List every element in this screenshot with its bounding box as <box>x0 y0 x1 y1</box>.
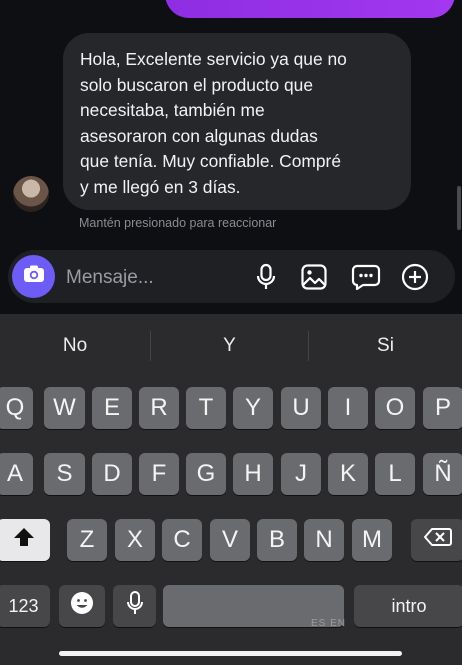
key-i[interactable]: I <box>328 387 368 429</box>
key-l[interactable]: L <box>375 453 415 495</box>
key-m[interactable]: M <box>352 519 392 561</box>
suggestion-1[interactable]: No <box>0 314 150 377</box>
key-enye[interactable]: Ñ <box>423 453 462 495</box>
microphone-icon[interactable] <box>251 262 281 292</box>
emoji-icon <box>70 591 94 622</box>
shift-icon <box>13 526 35 554</box>
numbers-key[interactable]: 123 <box>0 585 50 627</box>
gallery-icon[interactable] <box>299 262 329 292</box>
message-composer <box>8 250 455 305</box>
key-s[interactable]: S <box>44 453 85 495</box>
key-h[interactable]: H <box>233 453 273 495</box>
camera-icon <box>22 264 46 289</box>
react-hint: Mantén presionado para reaccionar <box>79 216 277 230</box>
key-r[interactable]: R <box>139 387 179 429</box>
key-u[interactable]: U <box>281 387 321 429</box>
key-x[interactable]: X <box>115 519 155 561</box>
home-indicator <box>59 651 402 656</box>
received-message-bubble[interactable]: Hola, Excelente servicio ya que no solo … <box>63 33 411 210</box>
suggestion-2[interactable]: Y <box>151 314 308 377</box>
key-q[interactable]: Q <box>0 387 33 429</box>
scroll-indicator <box>457 186 461 230</box>
key-w[interactable]: W <box>44 387 85 429</box>
key-n[interactable]: N <box>304 519 344 561</box>
key-t[interactable]: T <box>186 387 226 429</box>
key-c[interactable]: C <box>162 519 202 561</box>
chat-area: Hola, Excelente servicio ya que no solo … <box>0 0 462 314</box>
key-z[interactable]: Z <box>67 519 107 561</box>
sent-message-bubble[interactable] <box>165 0 455 18</box>
message-input[interactable] <box>64 250 248 305</box>
key-b[interactable]: B <box>257 519 297 561</box>
avatar[interactable] <box>13 176 49 212</box>
shift-key[interactable] <box>0 519 50 561</box>
key-v[interactable]: V <box>210 519 250 561</box>
suggestion-3[interactable]: Si <box>309 314 462 377</box>
key-o[interactable]: O <box>375 387 415 429</box>
key-a[interactable]: A <box>0 453 33 495</box>
sticker-chat-icon[interactable] <box>351 262 381 292</box>
dictation-key[interactable] <box>113 585 156 627</box>
key-y[interactable]: Y <box>233 387 273 429</box>
key-d[interactable]: D <box>92 453 132 495</box>
backspace-icon <box>423 526 452 554</box>
key-g[interactable]: G <box>186 453 226 495</box>
key-k[interactable]: K <box>328 453 368 495</box>
key-j[interactable]: J <box>281 453 321 495</box>
backspace-key[interactable] <box>411 519 462 561</box>
language-indicator: ES EN <box>311 618 347 629</box>
camera-button[interactable] <box>12 255 55 298</box>
key-f[interactable]: F <box>139 453 179 495</box>
key-e[interactable]: E <box>92 387 132 429</box>
dictation-icon <box>126 590 144 623</box>
key-p[interactable]: P <box>423 387 462 429</box>
add-icon[interactable] <box>400 262 430 292</box>
return-key[interactable]: intro <box>354 585 462 627</box>
emoji-key[interactable] <box>59 585 105 627</box>
